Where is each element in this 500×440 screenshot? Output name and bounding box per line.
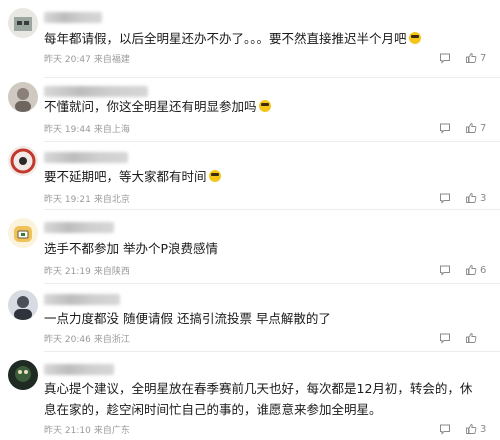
- avatar[interactable]: [8, 360, 38, 390]
- comment-text: 每年都请假，以后全明星还办不办了。。。要不然直接推迟半个月吧: [44, 28, 480, 49]
- like-count: 6: [480, 264, 487, 276]
- avatar[interactable]: [8, 146, 38, 176]
- comment-location: 来自浙江: [93, 335, 130, 345]
- comment-location: 来自北京: [93, 195, 130, 205]
- comment-time: 昨天 20:46: [44, 335, 91, 345]
- avatar[interactable]: [8, 8, 38, 38]
- comment-text: 真心提个建议，全明星放在春季赛前几天也好，每次都是12月初，转会的，休息在家的，…: [44, 378, 480, 420]
- comment-item: 真心提个建议，全明星放在春季赛前几天也好，每次都是12月初，转会的，休息在家的，…: [0, 352, 500, 440]
- comment-meta: 昨天 19:44 来自上海: [44, 122, 130, 135]
- comment-actions: 7: [439, 122, 488, 134]
- reply-icon[interactable]: [439, 332, 451, 344]
- comment-item: 选手不都参加 举办个P浪费感情 昨天 21:19 来自陕西 6: [0, 210, 500, 284]
- reply-icon[interactable]: [439, 122, 451, 134]
- username-blurred[interactable]: [44, 152, 128, 163]
- comment-time: 昨天 19:44: [44, 125, 91, 135]
- comment-item: 不懂就问，你这全明星还有明显参加吗 昨天 19:44 来自上海 7: [0, 78, 500, 142]
- comment-actions: [439, 332, 488, 344]
- comment-location: 来自陕西: [93, 267, 130, 277]
- comment-time: 昨天 21:19: [44, 267, 91, 277]
- comment-location: 来自上海: [93, 125, 130, 135]
- like-count: 3: [480, 423, 487, 435]
- comment-actions: 3: [439, 192, 488, 204]
- username-blurred[interactable]: [44, 222, 114, 233]
- comment-location: 来自广东: [93, 426, 130, 436]
- comment-body: 要不延期吧，等大家都有时间: [44, 169, 207, 184]
- comment-body: 选手不都参加 举办个P浪费感情: [44, 241, 219, 256]
- sweat-smile-emoji-icon: [408, 32, 421, 44]
- reply-icon[interactable]: [439, 192, 451, 204]
- comment-item: 每年都请假，以后全明星还办不办了。。。要不然直接推迟半个月吧 昨天 20:47 来…: [0, 0, 500, 78]
- avatar[interactable]: [8, 82, 38, 112]
- reply-icon[interactable]: [439, 423, 451, 435]
- like-count: 7: [480, 52, 487, 64]
- comment-meta: 昨天 20:47 来自福建: [44, 52, 130, 65]
- comment-meta: 昨天 19:21 来自北京: [44, 192, 130, 205]
- like-icon[interactable]: [465, 122, 477, 134]
- sweat-smile-emoji-icon: [208, 170, 221, 182]
- comment-text: 要不延期吧，等大家都有时间: [44, 166, 480, 187]
- comment-body: 每年都请假，以后全明星还办不办了。。。要不然直接推迟半个月吧: [44, 31, 407, 46]
- reply-icon[interactable]: [439, 52, 451, 64]
- like-icon[interactable]: [465, 192, 477, 204]
- comment-text: 选手不都参加 举办个P浪费感情: [44, 238, 480, 259]
- comment-actions: 7: [439, 52, 488, 64]
- like-icon[interactable]: [465, 332, 477, 344]
- like-count: 3: [480, 192, 487, 204]
- comment-meta: 昨天 21:19 来自陕西: [44, 264, 130, 277]
- username-blurred[interactable]: [44, 364, 114, 375]
- avatar[interactable]: [8, 218, 38, 248]
- reply-icon[interactable]: [439, 264, 451, 276]
- comment-actions: 6: [439, 264, 488, 276]
- comment-text: 不懂就问，你这全明星还有明显参加吗: [44, 96, 480, 117]
- comment-item: 要不延期吧，等大家都有时间 昨天 19:21 来自北京 3: [0, 142, 500, 210]
- comment-item: 一点力度都没 随便请假 还搞引流投票 早点解散的了 昨天 20:46 来自浙江: [0, 284, 500, 352]
- username-blurred[interactable]: [44, 12, 102, 23]
- like-icon[interactable]: [465, 423, 477, 435]
- comment-body: 真心提个建议，全明星放在春季赛前几天也好，每次都是12月初，转会的，休息在家的，…: [44, 381, 473, 417]
- sunglasses-emoji-icon: [258, 100, 271, 112]
- comment-text: 一点力度都没 随便请假 还搞引流投票 早点解散的了: [44, 308, 480, 329]
- comment-time: 昨天 20:47: [44, 55, 91, 65]
- like-icon[interactable]: [465, 52, 477, 64]
- comment-time: 昨天 19:21: [44, 195, 91, 205]
- avatar[interactable]: [8, 290, 38, 320]
- comment-location: 来自福建: [93, 55, 130, 65]
- like-count: 7: [480, 122, 487, 134]
- username-blurred[interactable]: [44, 294, 120, 305]
- comment-body: 一点力度都没 随便请假 还搞引流投票 早点解散的了: [44, 311, 331, 326]
- comment-time: 昨天 21:10: [44, 426, 91, 436]
- like-icon[interactable]: [465, 264, 477, 276]
- comment-actions: 3: [439, 423, 488, 435]
- comment-meta: 昨天 21:10 来自广东: [44, 423, 130, 436]
- comment-body: 不懂就问，你这全明星还有明显参加吗: [44, 99, 257, 114]
- comment-meta: 昨天 20:46 来自浙江: [44, 332, 130, 345]
